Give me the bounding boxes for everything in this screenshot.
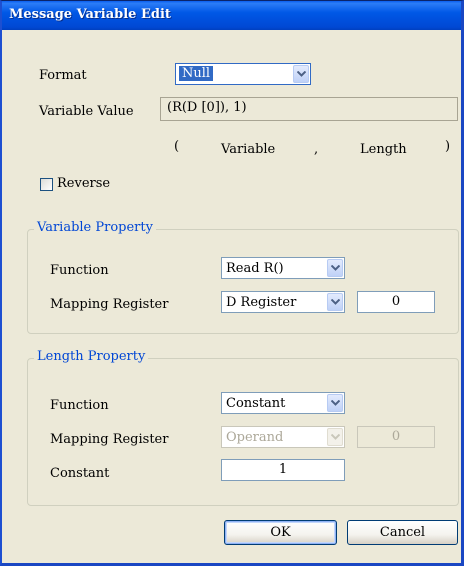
cancel-button[interactable]: Cancel — [347, 520, 458, 545]
length-mapping-dropdown-button — [327, 428, 343, 446]
chevron-down-icon — [297, 71, 306, 77]
reverse-label[interactable]: Reverse — [57, 176, 110, 191]
variable-property-group: Variable Property — [27, 220, 459, 334]
format-label: Format — [39, 68, 87, 83]
hint-open-paren: ( — [174, 139, 180, 154]
format-dropdown-button[interactable] — [293, 65, 309, 83]
variable-function-dropdown-button[interactable] — [327, 259, 343, 277]
format-select[interactable]: Null — [175, 63, 311, 85]
length-property-legend: Length Property — [34, 349, 149, 364]
variable-function-value: Read R() — [226, 261, 284, 276]
variable-value-label: Variable Value — [39, 104, 134, 119]
length-function-select[interactable]: Constant — [221, 392, 345, 414]
variable-mapping-value: D Register — [226, 295, 297, 310]
format-selected-value: Null — [179, 66, 214, 81]
hint-variable: Variable — [221, 142, 276, 157]
hint-close-paren: ) — [445, 139, 451, 154]
hint-separator: , — [314, 142, 319, 157]
variable-mapping-select[interactable]: D Register — [221, 291, 345, 313]
variable-mapping-number-input[interactable]: 0 — [357, 291, 435, 313]
chevron-down-icon — [331, 299, 340, 305]
length-function-value: Constant — [226, 396, 286, 411]
constant-input[interactable]: 1 — [221, 459, 345, 481]
message-variable-edit-dialog: Message Variable Edit Format Null Variab… — [0, 0, 464, 566]
ok-button[interactable]: OK — [224, 520, 337, 545]
chevron-down-icon — [331, 265, 340, 271]
length-mapping-select: Operand — [221, 426, 345, 448]
variable-function-select[interactable]: Read R() — [221, 257, 345, 279]
variable-function-label: Function — [50, 263, 109, 278]
length-mapping-label: Mapping Register — [50, 432, 169, 447]
length-function-label: Function — [50, 398, 109, 413]
length-mapping-value: Operand — [226, 430, 284, 445]
variable-value-text: (R(D [0]), 1) — [167, 100, 247, 115]
variable-mapping-dropdown-button[interactable] — [327, 293, 343, 311]
title-bar[interactable]: Message Variable Edit — [2, 1, 461, 30]
length-function-dropdown-button[interactable] — [327, 394, 343, 412]
window-title: Message Variable Edit — [9, 7, 171, 22]
reverse-checkbox[interactable] — [40, 178, 53, 191]
hint-length: Length — [360, 142, 407, 157]
chevron-down-icon — [331, 434, 340, 440]
chevron-down-icon — [331, 400, 340, 406]
length-mapping-number-input: 0 — [357, 426, 435, 448]
variable-value-display: (R(D [0]), 1) — [160, 97, 458, 121]
variable-mapping-label: Mapping Register — [50, 297, 169, 312]
constant-label: Constant — [50, 466, 110, 481]
variable-property-legend: Variable Property — [34, 220, 156, 235]
